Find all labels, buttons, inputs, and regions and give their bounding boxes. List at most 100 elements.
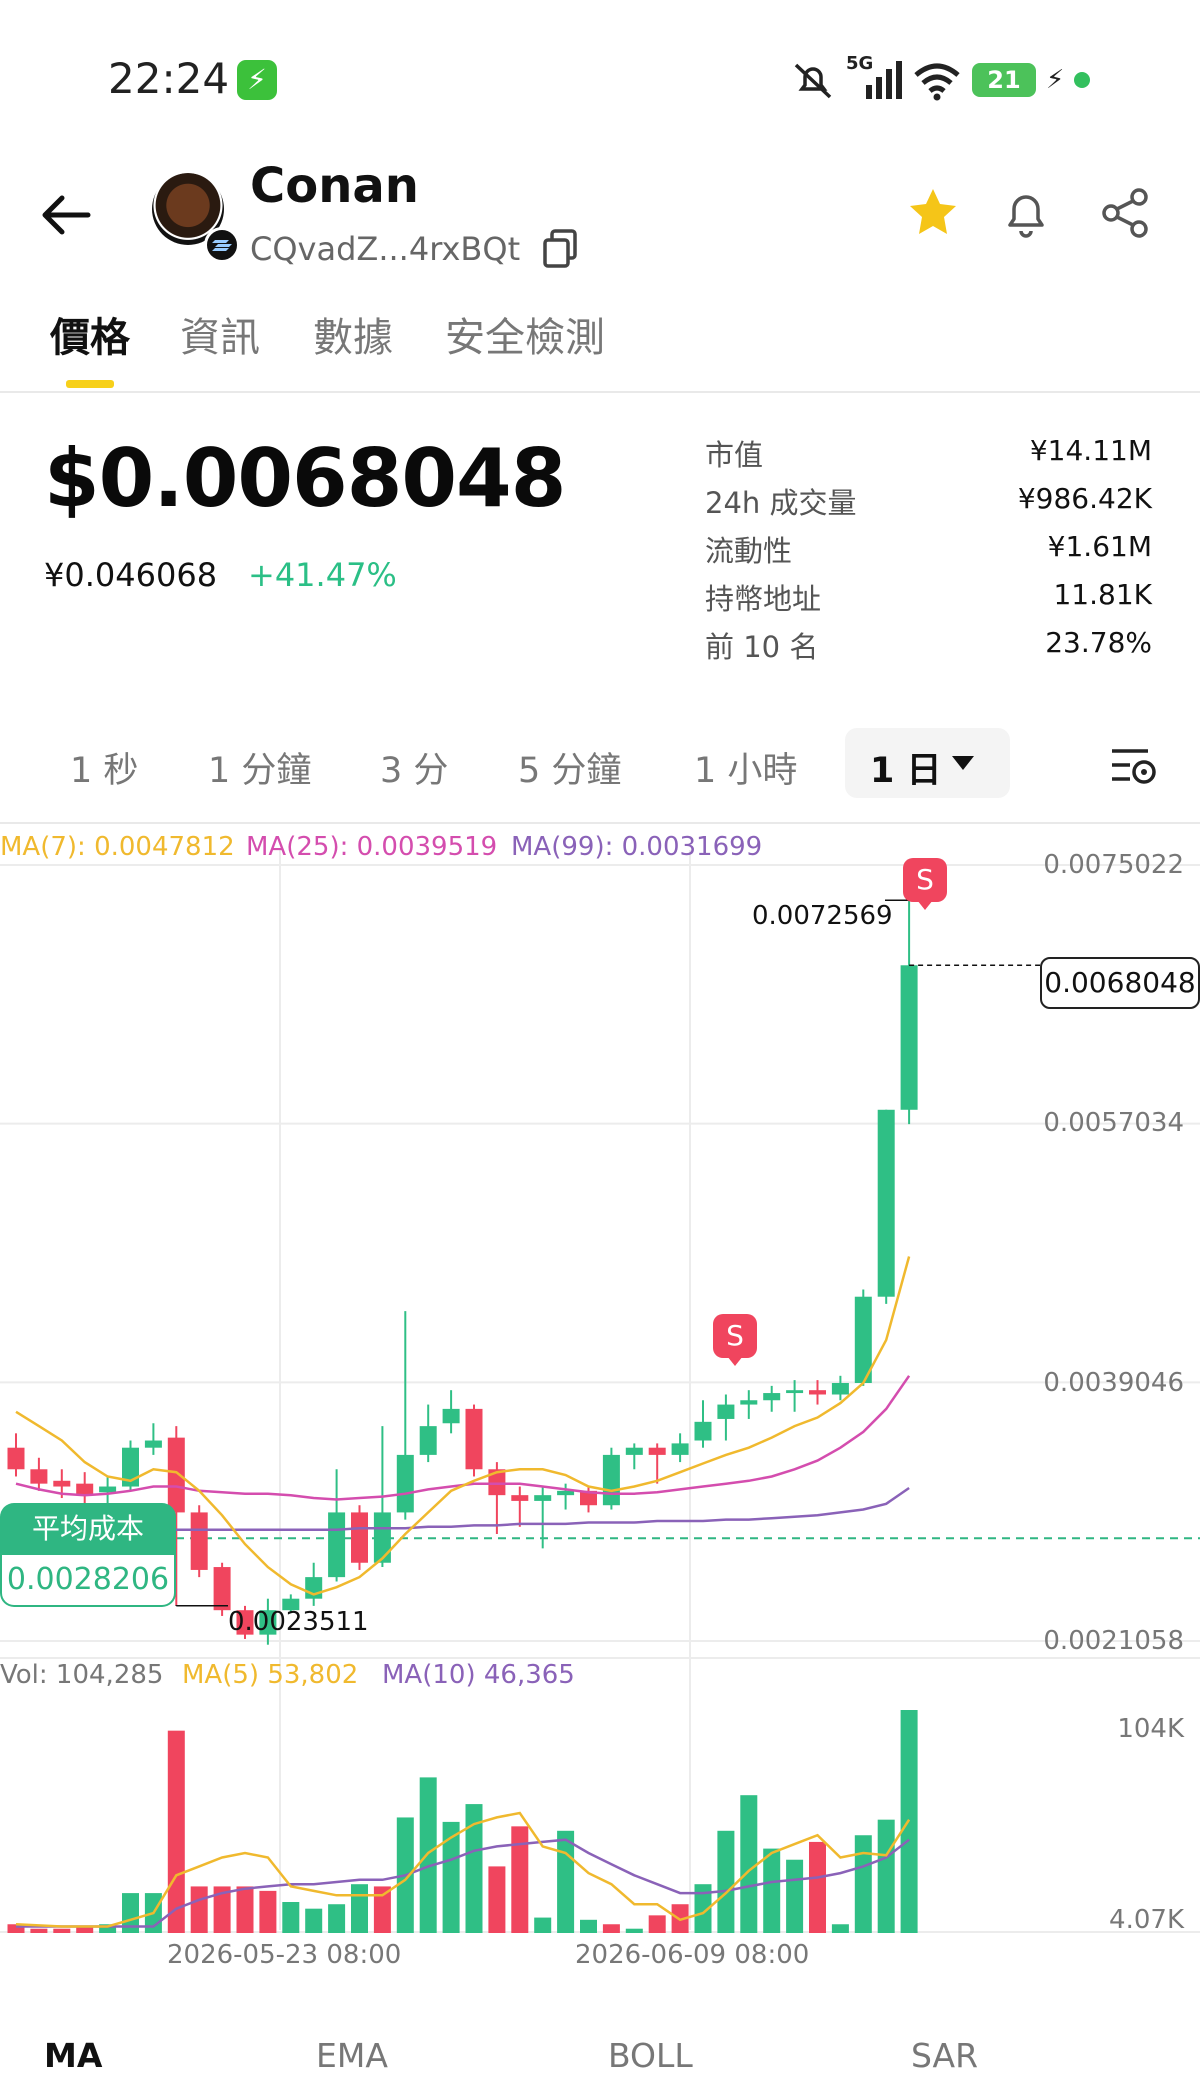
candle-body [396,1454,414,1513]
status-time: 22:24 [108,54,230,103]
indicator-tab-sar[interactable]: SAR [911,2036,978,2075]
volume-bar [717,1830,735,1933]
indicator-tab-ema[interactable]: EMA [316,2036,388,2075]
volume-bar [740,1795,758,1933]
volume-axis-label: 104K [1117,1714,1184,1744]
current-price-tag: 0.0068048 [1040,957,1200,1009]
candle-body [76,1483,94,1496]
candle-body [671,1443,689,1455]
stat-label-liquidity: 流動性 [705,534,793,568]
volume-legend: Vol: 104,285 [0,1660,164,1690]
candle-body [900,965,918,1110]
bell-icon[interactable] [998,185,1054,241]
interval-1s[interactable]: 1 秒 [70,742,138,793]
volume-bar [648,1915,666,1933]
share-icon[interactable] [1097,185,1153,241]
interval-3m[interactable]: 3 分 [380,742,448,793]
volume-bar [53,1928,71,1933]
price-axis-label: 0.0039046 [1043,1368,1184,1398]
candle-body [328,1512,346,1578]
price-change: +41.47% [248,556,397,594]
tab-security[interactable]: 安全檢測 [445,305,605,363]
volume-axis-label: 4.07K [1109,1905,1184,1935]
candle-body [419,1426,437,1455]
sell-marker-pointer [727,1356,743,1366]
candle-body [648,1447,666,1455]
candle-body [786,1390,804,1394]
interval-5m[interactable]: 5 分鐘 [518,742,621,793]
cellular-signal-icon: 5G [846,53,902,103]
ma7-legend: MA(7): 0.0047812 [0,832,235,862]
volume-bar [602,1924,620,1933]
chart-settings-icon[interactable] [1110,745,1158,787]
volume-bar [328,1904,346,1933]
contract-address: CQvadZ...4rxBQt [250,230,521,268]
candle-body [442,1408,460,1424]
candle-body [213,1567,231,1611]
sell-marker[interactable]: S [713,1314,757,1358]
copy-icon[interactable] [542,228,578,268]
high-price-label: 0.0072569 [752,901,893,931]
tab-data[interactable]: 數據 [313,305,393,363]
coin-name: Conan [250,158,419,214]
candle-body [144,1440,162,1448]
candle-body [373,1512,391,1563]
volume-bar [786,1859,804,1933]
volume-bar [877,1819,895,1933]
volume-bar [763,1848,781,1933]
battery-level: 21 [972,63,1036,97]
stat-label-top10: 前 10 名 [705,630,819,664]
volume-bar [167,1730,185,1933]
sell-marker[interactable]: S [903,858,947,902]
candle-body [717,1404,735,1419]
candle-body [831,1382,849,1395]
dropdown-caret-icon [952,756,974,770]
wifi-icon [914,63,960,101]
candle-body [511,1495,529,1501]
price-cny: ¥0.046068 [44,556,218,594]
favorite-star-icon[interactable] [905,185,961,241]
candle-body [465,1408,483,1470]
vol-ma10-legend: MA(10) 46,365 [382,1660,575,1690]
volume-bar [259,1890,277,1933]
tab-active-indicator [66,380,114,388]
ma99-legend: MA(99): 0.0031699 [511,832,763,862]
volume-bar [282,1902,300,1933]
avg-cost-value: 0.0028206 [0,1555,176,1607]
candle-body [534,1495,552,1501]
volume-bar [373,1886,391,1933]
status-icons: 5G 21 ⚡ [790,53,1091,106]
candle-body [557,1490,575,1496]
candle-body [625,1447,643,1455]
date-label: 2026-05-23 08:00 [167,1940,402,1970]
status-dot [1074,72,1091,88]
stat-value-volume: ¥986.42K [1017,482,1152,515]
candle-body [99,1486,117,1493]
tab-price[interactable]: 價格 [50,305,130,363]
volume-bar [30,1928,48,1933]
back-arrow-icon[interactable] [36,185,96,245]
stat-label-market-cap: 市值 [705,438,764,472]
volume-bar [854,1835,872,1933]
volume-bar [236,1886,254,1933]
date-label: 2026-06-09 08:00 [575,1940,810,1970]
candle-body [351,1512,368,1563]
interval-1m[interactable]: 1 分鐘 [208,742,311,793]
volume-bar [809,1841,826,1933]
volume-bar [557,1830,575,1933]
price-chart[interactable] [0,822,1200,1952]
interval-1h[interactable]: 1 小時 [694,742,797,793]
indicator-tab-ma[interactable]: MA [44,2036,102,2075]
candle-body [53,1480,71,1487]
charging-icon: ⚡ [1046,65,1065,95]
indicator-tab-boll[interactable]: BOLL [608,2036,693,2075]
volume-bar [488,1866,506,1933]
candle-body [740,1400,758,1405]
tab-info[interactable]: 資訊 [180,305,260,363]
silent-icon [794,63,832,99]
interval-1d-label: 1 日 [870,751,942,791]
price-axis-label: 0.0057034 [1043,1108,1184,1138]
candle-body [167,1437,185,1513]
stat-value-liquidity: ¥1.61M [1047,530,1152,563]
tabs-divider [0,391,1200,393]
